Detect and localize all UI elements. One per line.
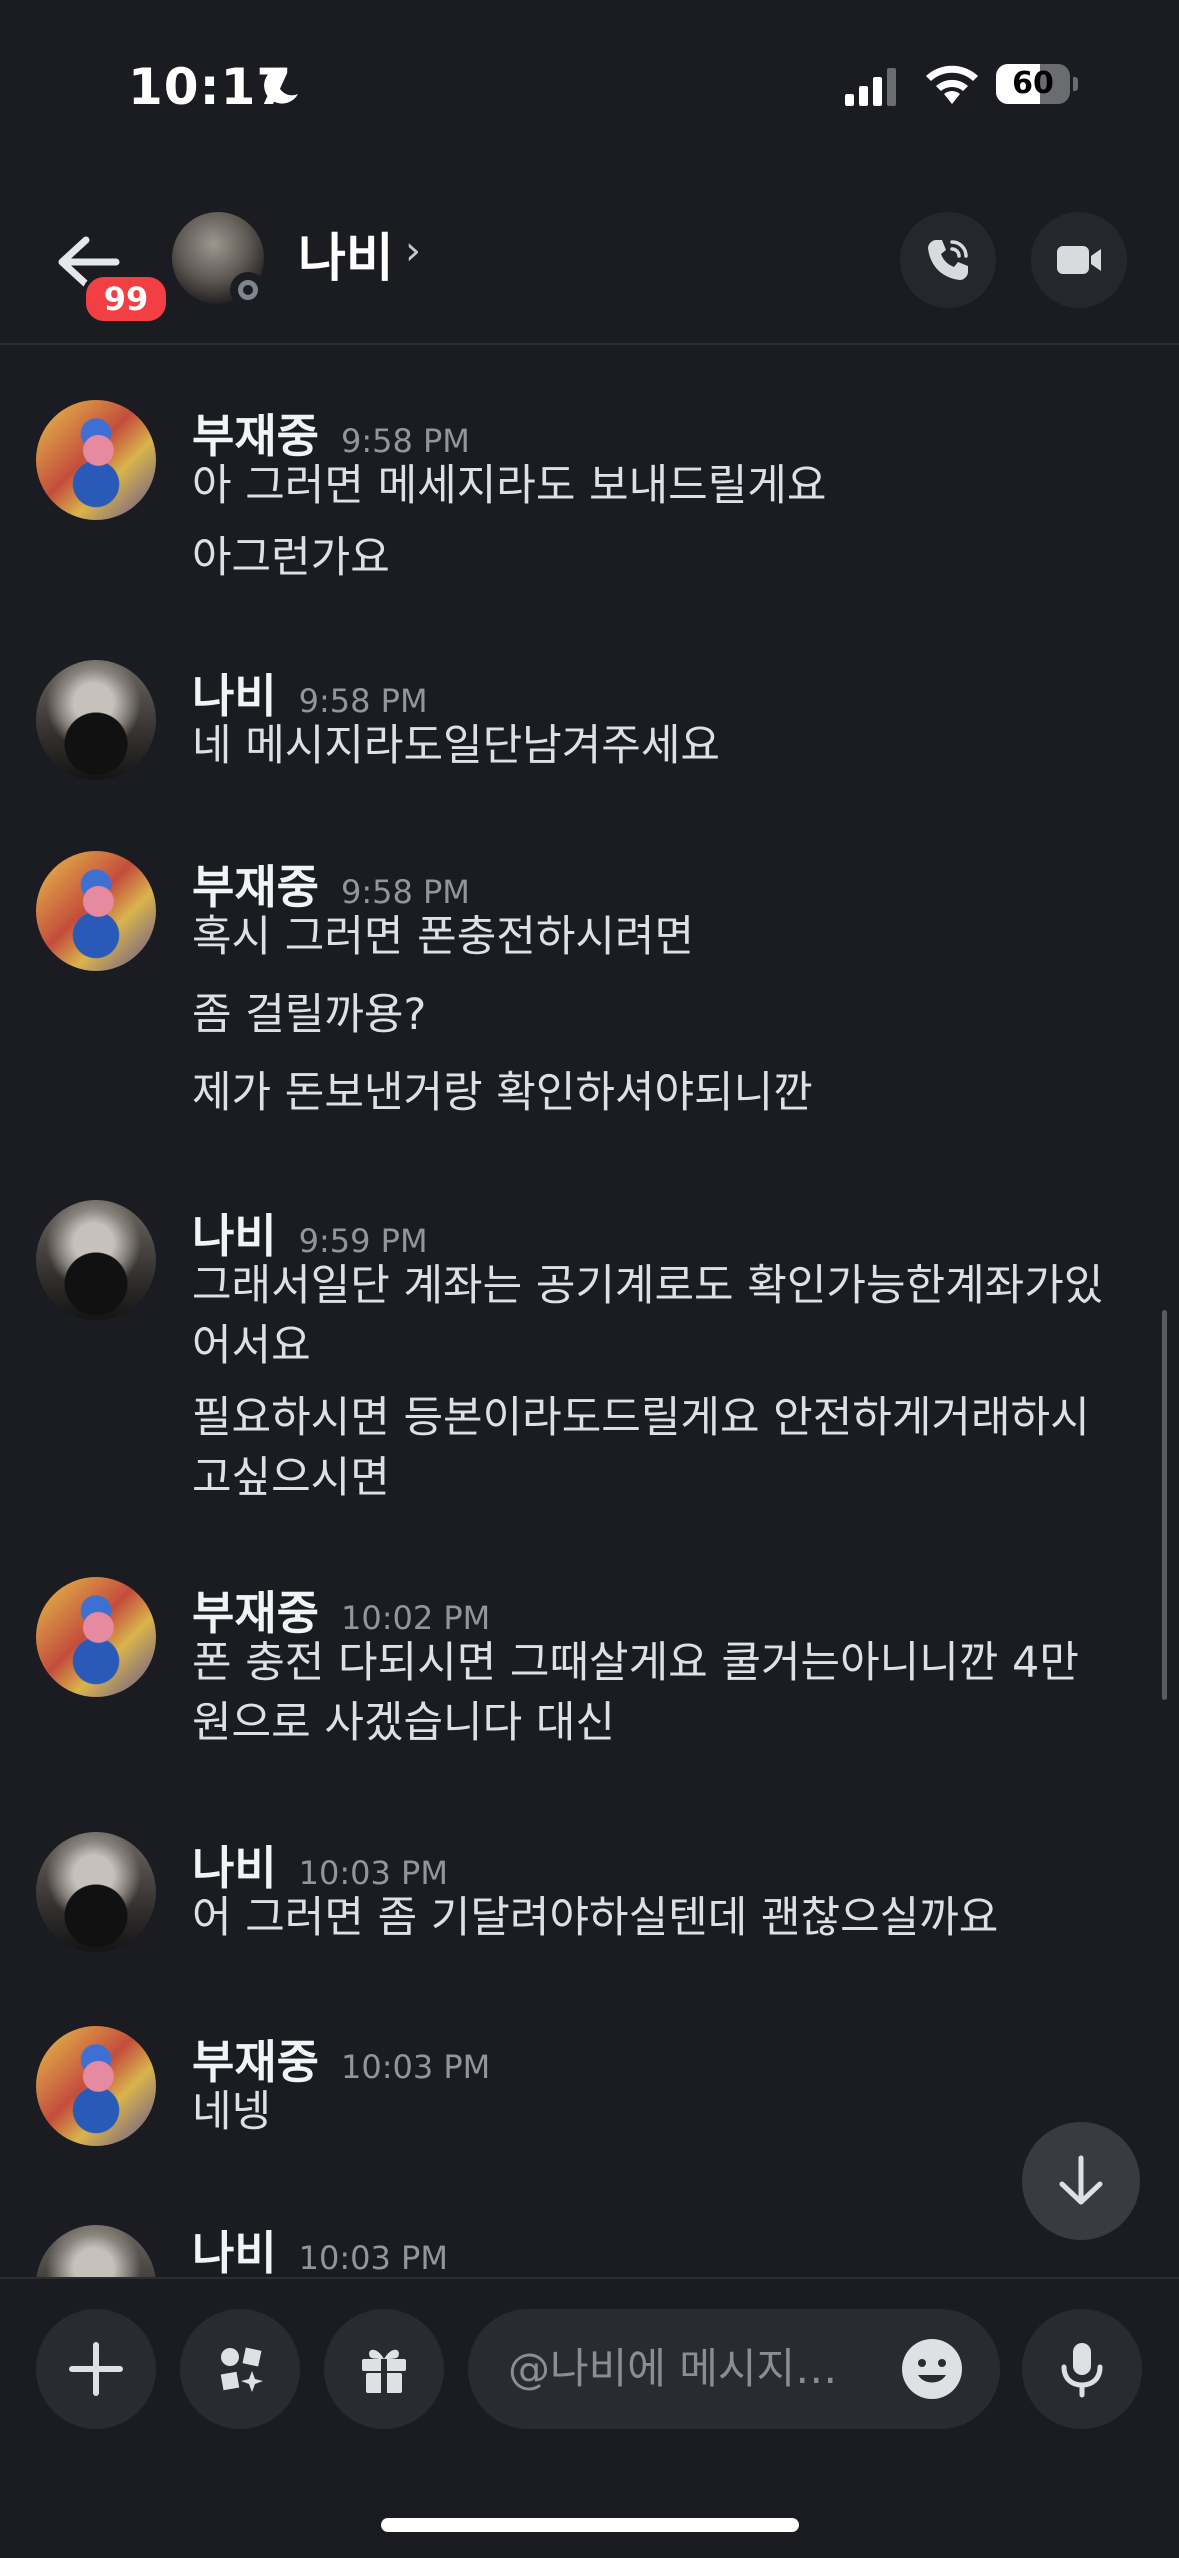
message-timestamp: 10:02 PM — [340, 1599, 491, 1637]
message-text[interactable]: 네 메시지라도일단남겨주세요 — [192, 716, 1152, 776]
apps-icon — [220, 2347, 263, 2392]
avatar-bujaejung[interactable] — [36, 851, 156, 971]
avatar-nabi[interactable] — [36, 2225, 156, 2277]
moon-icon — [264, 67, 298, 104]
message-list[interactable]: 부재중 9:58 PM 아 그러면 메세지라도 보내드릴게요 아그런가요 나비 9:… — [0, 345, 1179, 2277]
avatar-bujaejung[interactable] — [36, 1577, 156, 1697]
apps-button[interactable] — [180, 2309, 300, 2429]
avatar-bujaejung[interactable] — [36, 2026, 156, 2146]
message-timestamp: 10:03 PM — [340, 2048, 491, 2086]
message-author[interactable]: 나비 10:03 PM — [192, 2217, 448, 2277]
message-text[interactable]: 필요하시면 등본이라도드릴게요 안전하게거래하시 — [192, 1388, 1152, 1448]
avatar-nabi[interactable] — [36, 660, 156, 780]
microphone-icon — [1061, 2343, 1103, 2398]
avatar-bujaejung[interactable] — [36, 400, 156, 520]
contact-name[interactable]: 나비 — [298, 216, 394, 291]
jump-to-latest-button[interactable] — [1022, 2122, 1140, 2240]
scrollbar[interactable] — [1162, 1310, 1167, 1700]
voice-call-button[interactable] — [900, 212, 996, 308]
video-camera-icon — [1057, 246, 1101, 274]
message-text[interactable]: 제가 돈보낸거랑 확인하셔야되니깐 — [192, 1063, 1152, 1123]
wifi-icon — [926, 65, 978, 104]
cellular-signal-icon — [845, 68, 896, 106]
message-text[interactable]: 어 그러면 좀 기달려야하실텐데 괜찮으실까요 — [192, 1888, 1152, 1948]
chat-header: 99 나비 › — [0, 180, 1179, 345]
message-text[interactable]: 그래서일단 계좌는 공기계로도 확인가능한계좌가있 — [192, 1256, 1152, 1316]
gift-button[interactable] — [324, 2309, 444, 2429]
battery-icon: 60 — [996, 64, 1078, 108]
chevron-right-icon[interactable]: › — [405, 228, 421, 274]
message-timestamp: 9:58 PM — [340, 873, 470, 911]
message-input[interactable]: @나비에 메시지… — [468, 2309, 1000, 2429]
add-attachment-button[interactable] — [36, 2309, 156, 2429]
message-composer: @나비에 메시지… — [0, 2277, 1179, 2558]
message-input-placeholder: @나비에 메시지… — [508, 2344, 838, 2393]
message-text[interactable]: 고싶으시면 — [192, 1448, 1152, 1508]
voice-message-button[interactable] — [1022, 2309, 1142, 2429]
avatar-nabi[interactable] — [36, 1200, 156, 1320]
message-text[interactable]: 어서요 — [192, 1316, 1152, 1376]
status-bar: 10:17 60 — [0, 0, 1179, 180]
arrow-down-icon — [1059, 2155, 1103, 2205]
battery-level: 60 — [1012, 66, 1054, 101]
message-text[interactable]: 혹시 그러면 폰충전하시려면 — [192, 907, 1152, 967]
message-text[interactable]: 네넹 — [192, 2082, 1152, 2142]
message-text[interactable]: 원으로 사겠습니다 대신 — [192, 1693, 1152, 1753]
message-timestamp: 9:59 PM — [298, 1222, 428, 1260]
video-call-button[interactable] — [1031, 212, 1127, 308]
message-timestamp: 10:03 PM — [298, 1854, 448, 1892]
avatar-nabi[interactable] — [36, 1832, 156, 1952]
message-timestamp: 10:03 PM — [298, 2239, 448, 2277]
message-text[interactable]: 폰 충전 다되시면 그때살게요 쿨거는아니니깐 4만 — [192, 1633, 1152, 1693]
message-timestamp: 9:58 PM — [340, 422, 470, 460]
message-text[interactable]: 아그런가요 — [192, 528, 1152, 588]
plus-icon — [69, 2342, 123, 2396]
emoji-icon[interactable] — [900, 2337, 964, 2401]
message-text[interactable]: 좀 걸릴까용? — [192, 985, 1152, 1045]
home-indicator[interactable] — [381, 2518, 799, 2532]
message-timestamp: 9:58 PM — [298, 682, 428, 720]
phone-icon — [928, 240, 968, 280]
gift-icon — [362, 2349, 406, 2393]
offline-status-icon — [230, 272, 266, 308]
message-text[interactable]: 아 그러면 메세지라도 보내드릴게요 — [192, 456, 1152, 516]
unread-badge: 99 — [82, 273, 170, 325]
